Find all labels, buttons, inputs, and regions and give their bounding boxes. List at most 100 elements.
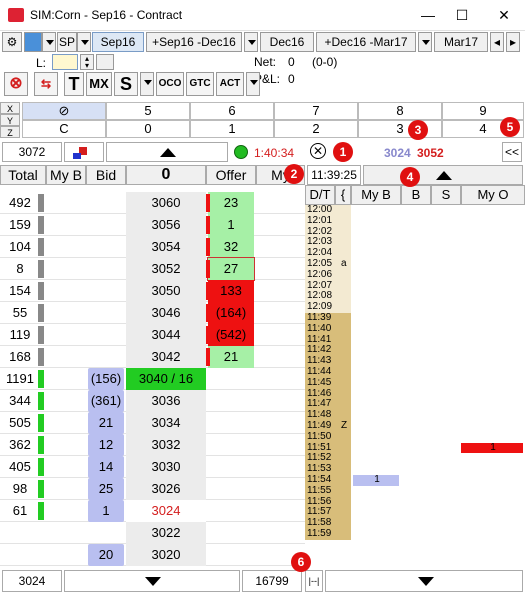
- my-bid-cell[interactable]: [46, 192, 86, 214]
- cancel-all-icon[interactable]: ⊗: [4, 72, 28, 96]
- my-offer-cell[interactable]: [256, 456, 305, 478]
- limit-spinner[interactable]: ▴ ▾: [80, 54, 94, 70]
- link-icon[interactable]: ⊘: [22, 102, 106, 120]
- bid-cell[interactable]: [88, 258, 124, 280]
- qty-cell-5[interactable]: 5: [106, 102, 190, 120]
- my-offer-cell[interactable]: [256, 412, 305, 434]
- bid-cell[interactable]: [88, 522, 124, 544]
- bid-cell[interactable]: [88, 236, 124, 258]
- qty-cell-1[interactable]: 1: [190, 120, 274, 138]
- sp-button[interactable]: SP: [57, 32, 77, 52]
- my-bid-cell[interactable]: [46, 324, 86, 346]
- offer-cell[interactable]: [208, 390, 254, 412]
- gtc-button[interactable]: GTC: [186, 72, 214, 96]
- flatten-icon[interactable]: ⇆: [34, 72, 58, 96]
- bid-cell[interactable]: [88, 214, 124, 236]
- my-offer-cell[interactable]: [256, 346, 305, 368]
- my-bid-cell[interactable]: [46, 346, 86, 368]
- bid-cell[interactable]: [88, 302, 124, 324]
- act-dropdown[interactable]: [246, 72, 260, 96]
- bid-cell[interactable]: 25: [88, 478, 124, 500]
- qty-cell-0[interactable]: 0: [106, 120, 190, 138]
- spread-dropdown-1[interactable]: [244, 32, 258, 52]
- bid-cell[interactable]: [88, 280, 124, 302]
- minimize-button[interactable]: —: [414, 4, 442, 26]
- my-bid-cell[interactable]: [46, 214, 86, 236]
- close-button[interactable]: ✕: [490, 4, 518, 26]
- offer-cell[interactable]: 1: [208, 214, 254, 236]
- layout-dropdown[interactable]: [42, 32, 56, 52]
- tab-spread-sep16-dec16[interactable]: +Sep16 -Dec16: [146, 32, 242, 52]
- spread-dropdown-2[interactable]: [418, 32, 432, 52]
- price-cell[interactable]: 3042: [126, 346, 206, 368]
- bottom-price-box[interactable]: 3024: [2, 570, 62, 592]
- bid-cell[interactable]: 1: [88, 500, 124, 522]
- limit-dropdown[interactable]: [96, 54, 114, 70]
- my-offer-cell[interactable]: [256, 500, 305, 522]
- reset-button[interactable]: |--|: [305, 570, 323, 592]
- offer-cell[interactable]: [208, 544, 254, 566]
- price-cell[interactable]: 3040 / 16: [126, 368, 206, 390]
- my-bid-cell[interactable]: [46, 544, 86, 566]
- my-bid-cell[interactable]: [46, 412, 86, 434]
- price-cell[interactable]: 3030: [126, 456, 206, 478]
- mx-button[interactable]: MX: [86, 72, 112, 96]
- cancel-icon[interactable]: ✕: [310, 143, 326, 159]
- my-offer-cell[interactable]: [256, 280, 305, 302]
- my-bid-cell[interactable]: [46, 390, 86, 412]
- offer-cell[interactable]: (164): [208, 302, 254, 324]
- act-button[interactable]: ACT: [216, 72, 244, 96]
- price-cell[interactable]: 3050: [126, 280, 206, 302]
- bid-cell[interactable]: 12: [88, 434, 124, 456]
- my-offer-cell[interactable]: [256, 434, 305, 456]
- panel-scroll-up-button[interactable]: [363, 165, 523, 185]
- offer-cell[interactable]: [208, 522, 254, 544]
- my-offer-cell[interactable]: [256, 522, 305, 544]
- s-dropdown[interactable]: [140, 72, 154, 96]
- my-offer-cell[interactable]: [256, 258, 305, 280]
- bid-cell[interactable]: (156): [88, 368, 124, 390]
- scroll-down-button[interactable]: [64, 570, 240, 592]
- col-price[interactable]: 0: [126, 165, 206, 185]
- s-button[interactable]: S: [114, 72, 138, 96]
- qty-cell-6[interactable]: 6: [190, 102, 274, 120]
- sp-dropdown[interactable]: [77, 32, 91, 52]
- my-offer-cell[interactable]: [256, 390, 305, 412]
- limit-input[interactable]: [52, 54, 78, 70]
- price-cell[interactable]: 3022: [126, 522, 206, 544]
- my-bid-cell[interactable]: [46, 236, 86, 258]
- offer-cell[interactable]: 21: [208, 346, 254, 368]
- scroll-up-button[interactable]: [106, 142, 228, 162]
- price-cell[interactable]: 3052: [126, 258, 206, 280]
- price-box[interactable]: 3072: [2, 142, 62, 162]
- price-cell[interactable]: 3024: [126, 500, 206, 522]
- panel-scroll-down-button[interactable]: [325, 570, 523, 592]
- price-cell[interactable]: 3032: [126, 434, 206, 456]
- tab-mar17[interactable]: Mar17: [434, 32, 488, 52]
- offer-cell[interactable]: 23: [208, 192, 254, 214]
- my-offer-cell[interactable]: [256, 324, 305, 346]
- my-offer-cell[interactable]: [256, 236, 305, 258]
- offer-cell[interactable]: (542): [208, 324, 254, 346]
- bid-cell[interactable]: 21: [88, 412, 124, 434]
- tab-dec16[interactable]: Dec16: [260, 32, 314, 52]
- price-cell[interactable]: 3036: [126, 390, 206, 412]
- scroll-right-icon[interactable]: ▸: [506, 32, 520, 52]
- my-offer-cell[interactable]: [256, 478, 305, 500]
- offer-cell[interactable]: [208, 456, 254, 478]
- my-bid-cell[interactable]: [46, 302, 86, 324]
- maximize-button[interactable]: ☐: [448, 4, 476, 26]
- offer-cell[interactable]: 27: [207, 257, 255, 281]
- my-offer-cell[interactable]: [256, 302, 305, 324]
- qty-cell-8[interactable]: 8: [358, 102, 442, 120]
- price-cell[interactable]: 3060: [126, 192, 206, 214]
- my-bid-cell[interactable]: [46, 500, 86, 522]
- offer-cell[interactable]: [208, 478, 254, 500]
- bid-cell[interactable]: [88, 324, 124, 346]
- my-bid-cell[interactable]: [46, 280, 86, 302]
- settings-icon[interactable]: ⚙: [2, 32, 22, 52]
- price-cell[interactable]: 3034: [126, 412, 206, 434]
- price-cell[interactable]: 3056: [126, 214, 206, 236]
- qty-cell-7[interactable]: 7: [274, 102, 358, 120]
- my-bid-cell[interactable]: [46, 456, 86, 478]
